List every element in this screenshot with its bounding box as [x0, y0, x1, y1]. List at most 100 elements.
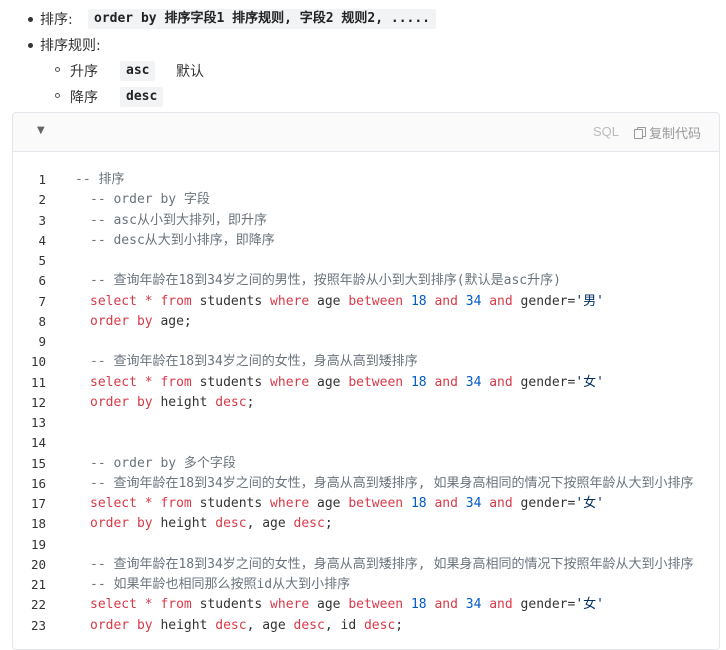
line-number: 7: [38, 293, 46, 309]
line-number: 2: [38, 192, 46, 208]
code-line: 17 select * from students where age betwe…: [13, 494, 719, 514]
code-line: 21 -- 如果年龄也相同那么按照id从大到小排序: [13, 575, 719, 595]
line-number: 12: [30, 394, 46, 410]
code-text: select * from students where age between…: [90, 373, 604, 393]
line-number: 13: [30, 415, 46, 430]
code-token: age;: [152, 313, 192, 329]
sort-rules-label: 排序规则:: [40, 38, 101, 54]
line-number: 5: [38, 253, 46, 268]
code-token: gender=: [512, 496, 576, 511]
code-token: ;: [395, 617, 404, 633]
code-line: 16 -- 查询年龄在18到34岁之间的女性，身高从高到矮排序, 如果身高相同的情…: [13, 474, 719, 494]
bullet-dot: [28, 43, 33, 48]
code-token: and: [489, 293, 513, 309]
copy-code-button[interactable]: 复制代码: [633, 122, 701, 142]
code-token: 18: [410, 293, 427, 309]
copy-code-label: 复制代码: [648, 126, 701, 142]
code-token: , age: [246, 617, 294, 633]
code-token: and: [434, 597, 458, 613]
code-token: select: [90, 597, 137, 613]
line-number: 21: [30, 577, 46, 592]
code-token: and: [434, 293, 458, 309]
code-token: -- 查询年龄在18到34岁之间的女性，身高从高到矮排序: [90, 354, 418, 370]
code-text: select * from students where age between…: [90, 595, 604, 615]
code-token: by: [136, 516, 153, 532]
code-token: students: [191, 597, 271, 613]
code-token: -- 查询年龄在18到34岁之间的女性，身高从高到矮排序, 如果身高相同的情况下…: [90, 475, 694, 491]
code-token: ;: [246, 394, 255, 410]
code-token: desc: [363, 617, 396, 633]
code-token: 34: [465, 293, 482, 309]
code-token: desc: [215, 394, 247, 410]
code-token: '女': [575, 496, 604, 511]
code-token: height: [152, 394, 216, 410]
code-line: 12 order by height desc;: [13, 393, 719, 413]
line-number: 15: [30, 455, 46, 471]
code-line: 10 -- 查询年龄在18到34岁之间的女性，身高从高到矮排序: [13, 352, 719, 372]
code-token: by: [136, 617, 153, 633]
code-line: 8 order by age;: [13, 312, 719, 332]
code-token: *: [144, 293, 153, 309]
code-token: from: [160, 374, 192, 390]
code-text: -- 排序: [75, 170, 124, 190]
code-token: students: [191, 293, 271, 309]
code-text: -- desc从大到小排序，即降序: [90, 231, 275, 251]
code-token: and: [489, 597, 513, 613]
line-number: 10: [30, 354, 46, 370]
line-number: 1: [38, 172, 46, 187]
code-token: order: [90, 394, 130, 410]
code-token: order: [90, 313, 130, 329]
code-line: 22 select * from students where age betwe…: [13, 595, 719, 615]
code-token: from: [160, 597, 192, 613]
sort-label: 排序:: [40, 12, 73, 28]
code-text: select * from students where age between…: [90, 292, 604, 312]
code-token: between: [348, 597, 404, 613]
line-number: 19: [30, 536, 46, 552]
code-text: -- 查询年龄在18到34岁之间的女性，身高从高到矮排序: [90, 352, 418, 372]
code-token: order: [90, 617, 130, 633]
code-token: gender=: [512, 293, 576, 309]
bullet-dot: [28, 17, 33, 22]
code-token: 18: [410, 597, 427, 613]
code-token: 34: [465, 597, 482, 613]
line-number: 20: [30, 556, 46, 572]
code-line: 18 order by height desc, age desc;: [13, 514, 719, 534]
collapse-caret-icon[interactable]: ▼: [37, 125, 45, 136]
code-token: 18: [410, 374, 427, 390]
code-token: select: [90, 374, 137, 390]
asc-code: asc: [120, 61, 156, 81]
code-token: and: [434, 496, 458, 511]
code-line: 20 -- 查询年龄在18到34岁之间的女性，身高从高到矮排序, 如果身高相同的情…: [13, 555, 719, 575]
line-number: 23: [30, 617, 46, 633]
code-line: 19: [13, 535, 719, 555]
code-token: -- 查询年龄在18到34岁之间的女性，身高从高到矮排序, 如果身高相同的情况下…: [90, 556, 694, 572]
asc-label: 升序: [70, 64, 98, 80]
code-line: 4 -- desc从大到小排序，即降序: [13, 231, 719, 251]
code-text: -- asc从小到大排列，即升序: [90, 211, 267, 231]
code-line: 5: [13, 251, 719, 271]
code-token: *: [144, 597, 153, 613]
code-line: 7 select * from students where age betwee…: [13, 292, 719, 312]
line-number: 4: [38, 232, 46, 248]
line-number: 22: [30, 597, 46, 613]
line-number: 17: [30, 496, 46, 511]
code-token: between: [348, 293, 404, 309]
code-token: where: [270, 597, 310, 613]
code-line: 23 order by height desc, age desc, id des…: [13, 616, 719, 636]
code-token: desc: [215, 617, 247, 633]
code-token: where: [270, 293, 310, 309]
code-token: age: [309, 496, 349, 511]
code-line: 9: [13, 332, 719, 352]
sort-syntax-code: order by 排序字段1 排序规则, 字段2 规则2, .....: [88, 9, 437, 29]
line-number: 8: [38, 313, 46, 329]
code-token: desc: [215, 516, 247, 532]
code-token: from: [160, 496, 192, 511]
